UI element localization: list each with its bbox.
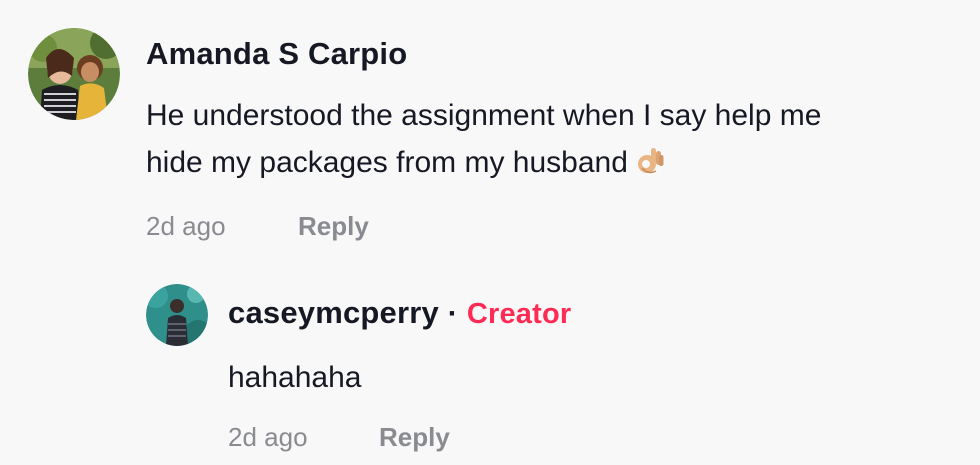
reply-reply-button[interactable]: Reply [379,422,450,453]
comment-timestamp: 2d ago [146,211,226,241]
creator-badge: Creator [466,298,572,330]
reply-text: hahahaha [228,361,362,394]
reply-avatar-photo [146,284,208,346]
reply-author[interactable]: caseymcperry [228,295,439,330]
comment-text-line-2: hide my packages from my husband [146,139,666,186]
ok-hand-icon [634,143,666,175]
avatar-photo [28,28,120,120]
comment-text-line-2-content: hide my packages from my husband [146,146,628,179]
reply-avatar[interactable] [146,284,208,346]
reply-author-line: caseymcperry · Creator [228,295,571,331]
avatar[interactable] [28,28,120,120]
comment-author[interactable]: Amanda S Carpio [146,36,407,72]
reply-button[interactable]: Reply [298,211,369,242]
reply-timestamp: 2d ago [228,422,308,452]
separator-dot: · [447,297,458,330]
comment-text-line-1: He understood the assignment when I say … [146,99,822,132]
